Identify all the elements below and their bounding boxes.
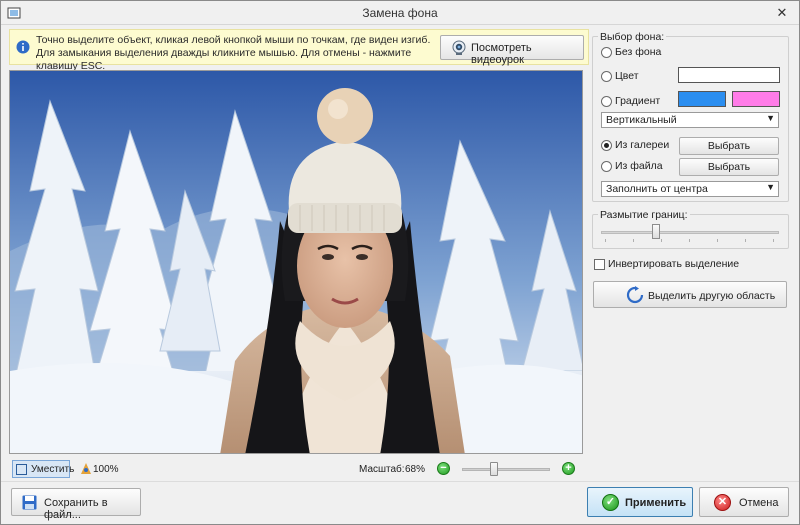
x-icon: ✕: [714, 494, 731, 511]
image-canvas[interactable]: [9, 70, 583, 454]
blur-slider-thumb[interactable]: [652, 224, 660, 239]
chevron-down-icon: ▼: [766, 182, 775, 192]
watch-video-label: Посмотреть видеоурок: [471, 42, 532, 66]
zoom-bar: Уместить 100% Масштаб: 68% − +: [9, 459, 587, 479]
title-bar: Замена фона ✕: [1, 1, 799, 25]
blur-tick: [661, 239, 662, 242]
select-other-area-button[interactable]: Выделить другую область: [593, 281, 787, 308]
radio-gradient-dot[interactable]: [601, 96, 612, 107]
color-swatch[interactable]: [678, 67, 780, 83]
zoom-out-button[interactable]: −: [437, 462, 450, 475]
blur-tick: [717, 239, 718, 242]
invert-selection-checkbox[interactable]: [594, 259, 605, 270]
blur-group-title: Размытие границ:: [598, 209, 690, 221]
blur-group: Размытие границ:: [592, 209, 789, 249]
blur-tick: [605, 239, 606, 242]
cancel-label: Отмена: [739, 497, 779, 509]
window: Замена фона ✕ Точно выделите объект, кли…: [0, 0, 800, 525]
background-group-title: Выбор фона:: [598, 31, 667, 43]
actual-size-icon: [81, 463, 91, 474]
fit-icon: [16, 464, 27, 475]
scale-label: Масштаб:: [359, 464, 405, 475]
close-window-button[interactable]: ✕: [771, 4, 793, 22]
fill-mode-select[interactable]: Заполнить от центра ▼: [601, 181, 779, 197]
zoom-in-button[interactable]: +: [562, 462, 575, 475]
radio-none-dot[interactable]: [601, 47, 612, 58]
floppy-disk-icon: [22, 495, 37, 510]
blur-tick: [745, 239, 746, 242]
apply-button[interactable]: ✓ Применить: [587, 487, 693, 517]
check-icon: ✓: [602, 494, 619, 511]
webcam-icon: [452, 40, 466, 55]
radio-file-dot[interactable]: [601, 161, 612, 172]
watch-video-button[interactable]: Посмотреть видеоурок: [440, 35, 584, 66]
fit-label: Уместить: [31, 464, 75, 475]
background-group: Выбор фона: Без фона Цвет Градиент Верти…: [592, 31, 789, 202]
actual-size-label: 100%: [93, 464, 119, 475]
save-to-file-label: Сохранить в файл...: [44, 497, 108, 521]
actual-size-button[interactable]: 100%: [79, 460, 129, 478]
gradient-start-swatch[interactable]: [678, 91, 726, 107]
gallery-choose-button[interactable]: Выбрать: [679, 137, 779, 155]
blur-tick: [773, 239, 774, 242]
footer-divider: [1, 481, 799, 482]
preview-image: [10, 71, 582, 453]
refresh-icon: [626, 286, 644, 304]
gradient-end-swatch[interactable]: [732, 91, 780, 107]
file-choose-button[interactable]: Выбрать: [679, 158, 779, 176]
radio-color-label: Цвет: [615, 70, 639, 82]
cancel-button[interactable]: ✕ Отмена: [699, 487, 789, 517]
hint-bar: Точно выделите объект, кликая левой кноп…: [9, 29, 589, 72]
radio-gallery-dot[interactable]: [601, 140, 612, 151]
radio-color-dot[interactable]: [601, 71, 612, 82]
invert-selection-label: Инвертировать выделение: [608, 258, 740, 270]
info-icon: [16, 40, 30, 54]
save-to-file-button[interactable]: Сохранить в файл...: [11, 488, 141, 521]
chevron-down-icon: ▼: [766, 113, 775, 123]
zoom-slider-track[interactable]: [462, 468, 550, 471]
radio-none-label: Без фона: [615, 46, 662, 58]
fit-button[interactable]: Уместить: [12, 460, 74, 478]
zoom-slider-thumb[interactable]: [490, 462, 498, 476]
scale-value: 68%: [405, 464, 426, 475]
blur-slider-track[interactable]: [601, 231, 779, 234]
blur-tick: [689, 239, 690, 242]
gradient-direction-value: Вертикальный: [606, 114, 677, 126]
hint-text: Точно выделите объект, кликая левой кноп…: [36, 34, 431, 72]
apply-label: Применить: [625, 497, 687, 509]
radio-gradient-label: Градиент: [615, 95, 661, 107]
radio-file-label: Из файла: [615, 160, 663, 172]
radio-gallery-label: Из галереи: [615, 139, 670, 151]
select-other-area-label: Выделить другую область: [648, 290, 776, 302]
fill-mode-value: Заполнить от центра: [606, 183, 708, 195]
window-title: Замена фона: [362, 6, 438, 20]
gradient-direction-select[interactable]: Вертикальный ▼: [601, 112, 779, 128]
blur-tick: [633, 239, 634, 242]
